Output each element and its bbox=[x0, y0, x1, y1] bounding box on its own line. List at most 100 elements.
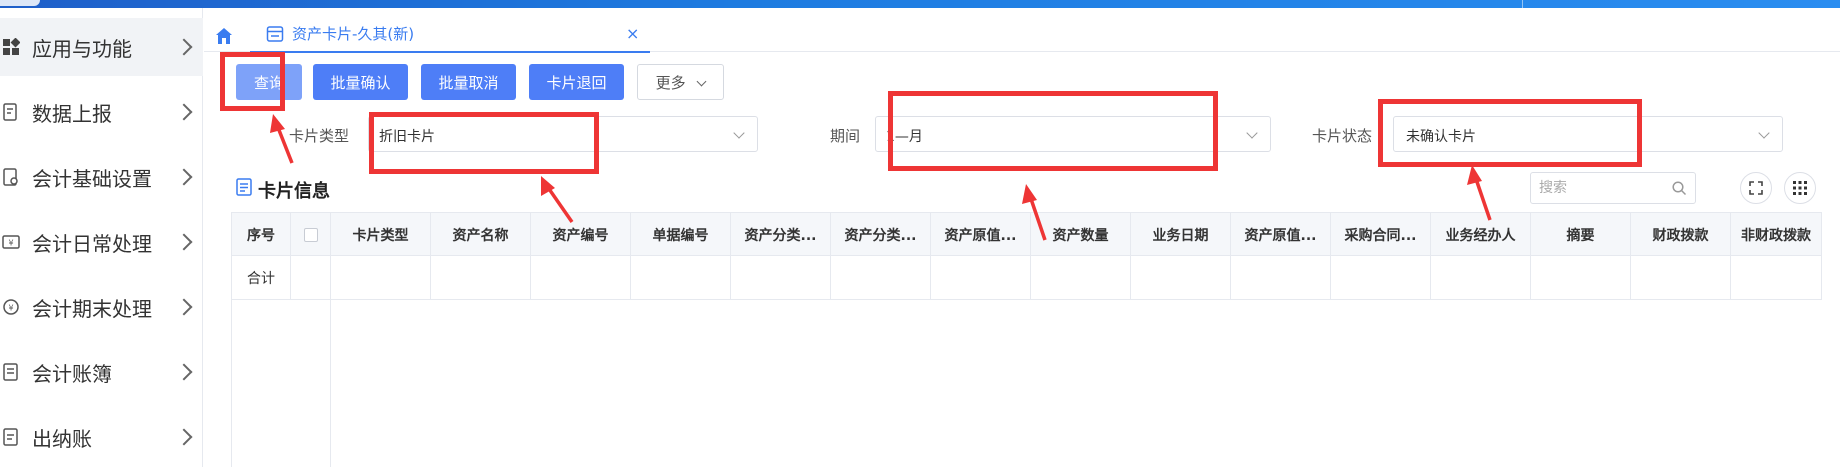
card-info-table: 序号 卡片类型 资产名称 资产编号 单据编号 资产分类... 资产分类... 资… bbox=[231, 212, 1822, 467]
more-label: 更多 bbox=[655, 73, 686, 92]
card-status-value: 未确认卡片 bbox=[1406, 129, 1476, 145]
table-cell bbox=[431, 256, 531, 300]
column-header: 业务经办人 bbox=[1431, 213, 1531, 257]
tab-asset-card[interactable]: 资产卡片-久其(新) × bbox=[250, 16, 650, 53]
fullscreen-icon bbox=[1749, 181, 1763, 195]
chevron-down-icon bbox=[1758, 127, 1770, 139]
batch-cancel-button[interactable]: 批量取消 bbox=[421, 64, 516, 100]
table-cell bbox=[531, 256, 631, 300]
section-title: 卡片信息 bbox=[258, 181, 330, 202]
table-summary-row: 合计 bbox=[232, 256, 1822, 300]
table-cell bbox=[291, 256, 331, 300]
table-cell bbox=[1531, 256, 1631, 300]
batch-confirm-button[interactable]: 批量确认 bbox=[313, 64, 408, 100]
top-header-bar bbox=[0, 0, 1840, 8]
card-return-button[interactable]: 卡片退回 bbox=[529, 64, 624, 100]
card-status-select[interactable]: 未确认卡片 bbox=[1393, 116, 1783, 152]
column-header: 财政拨款 bbox=[1631, 213, 1731, 257]
fullscreen-button[interactable] bbox=[1740, 172, 1772, 204]
chevron-right-icon bbox=[175, 38, 193, 56]
table-cell bbox=[1131, 256, 1231, 300]
more-dropdown-button[interactable]: 更多 bbox=[637, 64, 724, 100]
tab-home[interactable] bbox=[204, 20, 244, 52]
select-all-header[interactable] bbox=[291, 213, 331, 257]
sidebar-item-period-end[interactable]: ¥ 会计期末处理 bbox=[0, 278, 203, 336]
table-column-divider bbox=[330, 300, 331, 467]
sidebar-item-label: 应用与功能 bbox=[32, 36, 132, 61]
card-type-select[interactable]: 折旧卡片 bbox=[368, 116, 758, 152]
column-header: 卡片类型 bbox=[331, 213, 431, 257]
table-cell bbox=[631, 256, 731, 300]
tab-bar: 资产卡片-久其(新) × bbox=[204, 8, 1840, 53]
chevron-right-icon bbox=[175, 168, 193, 186]
chevron-right-icon bbox=[175, 233, 193, 251]
sidebar-item-data-report[interactable]: 数据上报 bbox=[0, 83, 203, 141]
table-cell bbox=[731, 256, 831, 300]
column-settings-button[interactable] bbox=[1784, 172, 1816, 204]
sidebar-item-cashier[interactable]: 出纳账 bbox=[0, 408, 203, 466]
grid-dots-icon bbox=[1793, 181, 1807, 195]
table-cell bbox=[831, 256, 931, 300]
tab-label: 资产卡片-久其(新) bbox=[292, 25, 415, 43]
chevron-right-icon bbox=[175, 363, 193, 381]
sidebar: 应用与功能 数据上报 会计基础设置 ¥ 会计日常处理 ¥ 会计期末处理 会计账簿… bbox=[0, 8, 203, 467]
home-icon bbox=[216, 28, 232, 44]
sidebar-item-basic-settings[interactable]: 会计基础设置 bbox=[0, 148, 203, 206]
sidebar-item-label: 会计期末处理 bbox=[32, 296, 152, 321]
summary-label: 合计 bbox=[232, 256, 291, 300]
ledger-icon bbox=[3, 363, 18, 381]
period-select[interactable]: 1—月 bbox=[875, 116, 1271, 152]
table-cell bbox=[1331, 256, 1431, 300]
column-header: 非财政拨款 bbox=[1731, 213, 1822, 257]
column-header: 业务日期 bbox=[1131, 213, 1231, 257]
table-cell bbox=[1031, 256, 1131, 300]
card-icon bbox=[266, 26, 284, 42]
card-type-label: 卡片类型 bbox=[289, 127, 350, 145]
column-header: 资产原值... bbox=[931, 213, 1031, 257]
table-cell bbox=[931, 256, 1031, 300]
daily-icon: ¥ bbox=[2, 235, 20, 249]
chevron-right-icon bbox=[175, 428, 193, 446]
search-icon[interactable] bbox=[1672, 181, 1687, 196]
chevron-right-icon bbox=[175, 103, 193, 121]
logo-fragment bbox=[0, 0, 40, 6]
report-icon bbox=[3, 103, 17, 121]
chevron-down-icon bbox=[696, 76, 707, 86]
sidebar-item-label: 数据上报 bbox=[32, 101, 112, 126]
column-header: 摘要 bbox=[1531, 213, 1631, 257]
header-divider bbox=[1522, 0, 1523, 8]
table-header: 序号 卡片类型 资产名称 资产编号 单据编号 资产分类... 资产分类... 资… bbox=[232, 212, 1822, 257]
sidebar-item-daily[interactable]: ¥ 会计日常处理 bbox=[0, 213, 203, 271]
chevron-right-icon bbox=[175, 298, 193, 316]
card-status-label: 卡片状态 bbox=[1312, 127, 1373, 145]
period-value: 1—月 bbox=[886, 129, 923, 145]
table-cell bbox=[331, 256, 431, 300]
grid-icon bbox=[3, 38, 20, 55]
sidebar-item-label: 出纳账 bbox=[32, 426, 92, 451]
column-header: 采购合同... bbox=[1331, 213, 1431, 257]
sidebar-item-apps[interactable]: 应用与功能 bbox=[0, 18, 203, 76]
cashier-icon bbox=[3, 428, 18, 446]
chevron-down-icon bbox=[1246, 127, 1258, 139]
period-end-icon: ¥ bbox=[3, 299, 19, 315]
table-cell bbox=[1731, 256, 1822, 300]
column-header: 单据编号 bbox=[631, 213, 731, 257]
list-doc-icon bbox=[236, 178, 252, 196]
sidebar-item-label: 会计基础设置 bbox=[32, 166, 152, 191]
close-icon[interactable]: × bbox=[626, 24, 639, 43]
search-box bbox=[1530, 172, 1696, 204]
column-header: 资产分类... bbox=[731, 213, 831, 257]
settings-doc-icon bbox=[3, 168, 18, 186]
column-header: 资产编号 bbox=[531, 213, 631, 257]
sidebar-item-ledger[interactable]: 会计账簿 bbox=[0, 343, 203, 401]
column-header: 资产原值... bbox=[1231, 213, 1331, 257]
table-cell bbox=[1431, 256, 1531, 300]
select-all-checkbox[interactable] bbox=[303, 228, 318, 242]
column-header: 资产名称 bbox=[431, 213, 531, 257]
table-cell bbox=[1631, 256, 1731, 300]
column-header: 序号 bbox=[232, 213, 291, 257]
svg-text:¥: ¥ bbox=[8, 239, 13, 248]
search-input[interactable] bbox=[1539, 178, 1669, 198]
chevron-down-icon bbox=[733, 127, 745, 139]
query-button[interactable]: 查询 bbox=[236, 64, 302, 100]
